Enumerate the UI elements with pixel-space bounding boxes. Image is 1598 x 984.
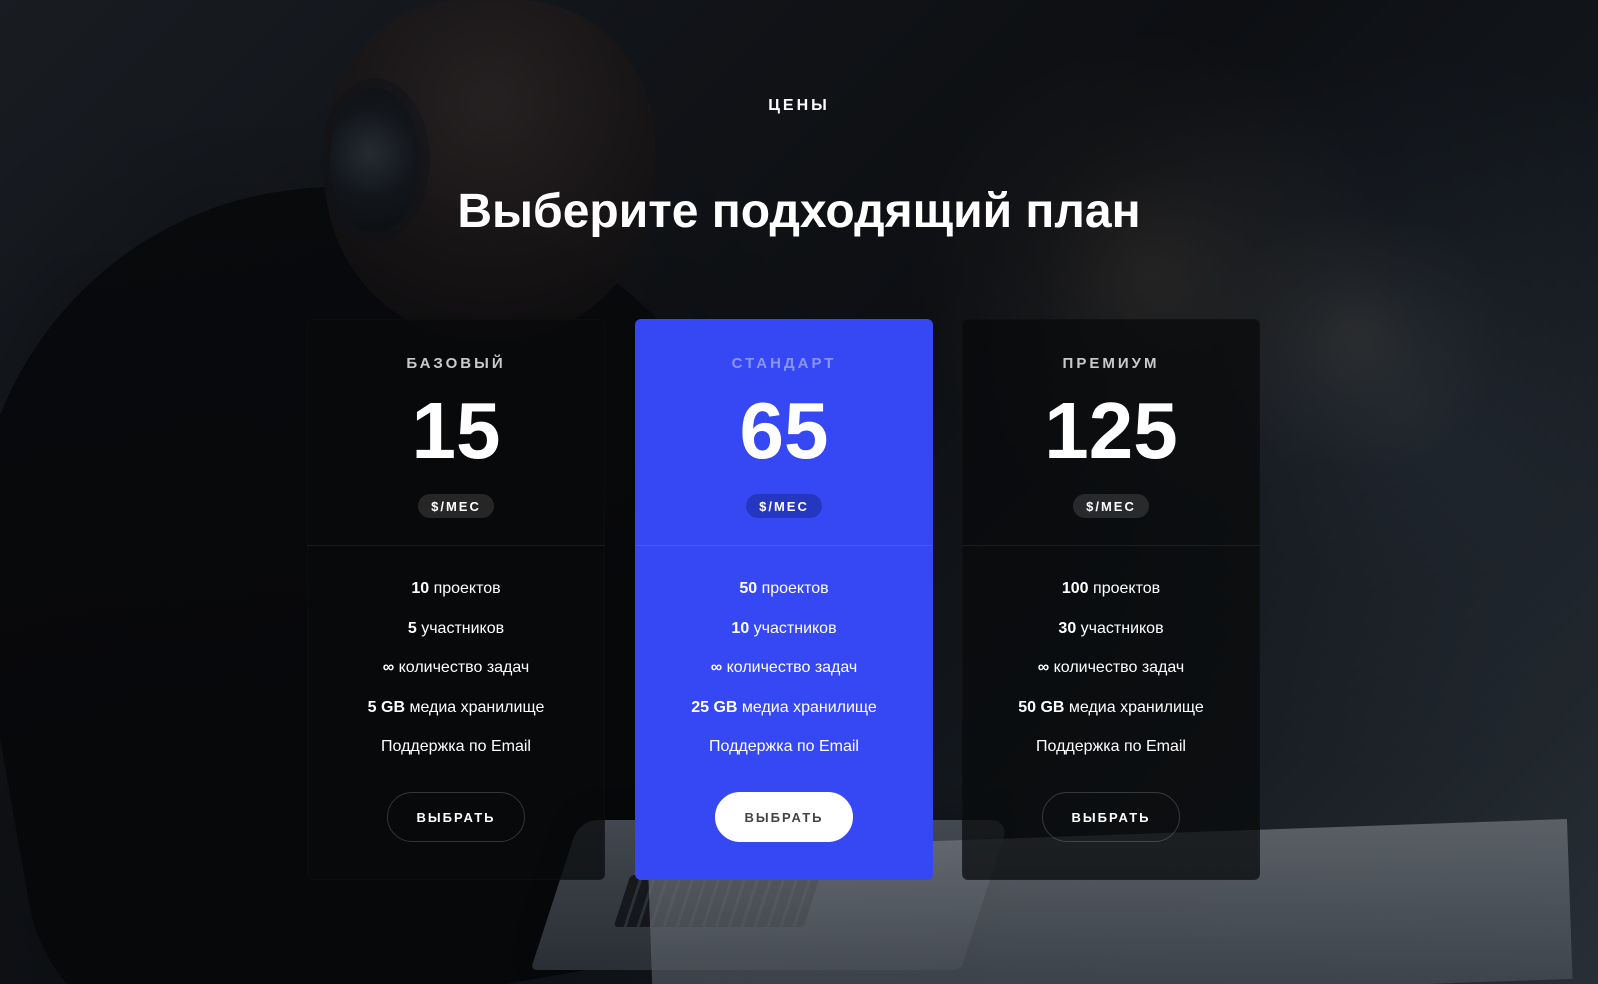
- feature-emphasis: 30: [1058, 619, 1077, 637]
- feature-item: 5 GB медиа хранилище: [307, 694, 605, 734]
- feature-emphasis: 50: [739, 580, 758, 597]
- choose-premium-button[interactable]: ВЫБРАТЬ: [1042, 792, 1180, 842]
- feature-list: 10 проектов 5 участников ∞ количество за…: [307, 575, 605, 773]
- feature-item: 10 проектов: [307, 575, 605, 615]
- feature-text: участников: [416, 619, 505, 637]
- feature-item: 50 GB медиа хранилище: [962, 694, 1260, 734]
- price-period-badge: $/МЕС: [418, 494, 494, 518]
- choose-basic-button[interactable]: ВЫБРАТЬ: [387, 792, 525, 842]
- feature-item: ∞ количество задач: [307, 654, 605, 694]
- plan-name: БАЗОВЫЙ: [406, 355, 506, 372]
- feature-text: участников: [1076, 619, 1164, 637]
- pricing-section: ЦЕНЫ Выберите подходящий план БАЗОВЫЙ 15…: [0, 0, 1598, 984]
- card-divider: [307, 545, 605, 546]
- feature-item: ∞ количество задач: [635, 654, 933, 694]
- pricing-cards: БАЗОВЫЙ 15 $/МЕС 10 проектов 5 участнико…: [307, 319, 1260, 880]
- choose-standard-button[interactable]: ВЫБРАТЬ: [715, 792, 853, 842]
- feature-emphasis: 50 GB: [1018, 698, 1065, 716]
- card-divider: [962, 545, 1260, 546]
- feature-emphasis: ∞: [382, 659, 395, 676]
- section-title: Выберите подходящий план: [457, 185, 1141, 238]
- feature-emphasis: ∞: [710, 659, 723, 676]
- feature-text: количество задач: [394, 659, 530, 676]
- feature-text: медиа хранилище: [1064, 698, 1204, 716]
- plan-card-premium: ПРЕМИУМ 125 $/МЕС 100 проектов 30 участн…: [962, 319, 1260, 880]
- feature-emphasis: 5 GB: [367, 698, 405, 716]
- feature-emphasis: ∞: [1037, 659, 1050, 676]
- feature-item: ∞ количество задач: [962, 654, 1260, 694]
- feature-emphasis: 5: [407, 619, 417, 637]
- price-period-badge: $/МЕС: [746, 494, 822, 518]
- feature-emphasis: 10: [731, 619, 750, 637]
- feature-text: проектов: [429, 580, 501, 597]
- plan-card-basic: БАЗОВЫЙ 15 $/МЕС 10 проектов 5 участнико…: [307, 319, 605, 880]
- feature-text: участников: [749, 619, 837, 637]
- feature-emphasis: 25 GB: [691, 698, 738, 716]
- plan-name: СТАНДАРТ: [731, 355, 837, 372]
- card-divider: [635, 545, 933, 546]
- feature-item: 30 участников: [962, 615, 1260, 655]
- plan-card-standard: СТАНДАРТ 65 $/МЕС 50 проектов 10 участни…: [635, 319, 933, 880]
- plan-price: 15: [411, 386, 501, 475]
- feature-text: медиа хранилище: [737, 698, 877, 716]
- feature-emphasis: 10: [411, 580, 430, 597]
- section-eyebrow: ЦЕНЫ: [768, 97, 830, 114]
- plan-price: 65: [739, 386, 829, 475]
- price-period-badge: $/МЕС: [1073, 494, 1149, 518]
- feature-text: Поддержка по Email: [1036, 738, 1186, 755]
- feature-item: Поддержка по Email: [962, 733, 1260, 773]
- feature-list: 100 проектов 30 участников ∞ количество …: [962, 575, 1260, 773]
- feature-emphasis: 100: [1061, 580, 1089, 597]
- feature-item: 5 участников: [307, 615, 605, 655]
- plan-price: 125: [1044, 386, 1178, 475]
- feature-text: Поддержка по Email: [381, 738, 531, 755]
- feature-item: 25 GB медиа хранилище: [635, 694, 933, 734]
- feature-text: количество задач: [1049, 659, 1185, 676]
- feature-text: количество задач: [722, 659, 858, 676]
- feature-item: 10 участников: [635, 615, 933, 655]
- feature-item: Поддержка по Email: [307, 733, 605, 773]
- feature-item: 100 проектов: [962, 575, 1260, 615]
- feature-text: проектов: [757, 580, 829, 597]
- feature-item: Поддержка по Email: [635, 733, 933, 773]
- feature-list: 50 проектов 10 участников ∞ количество з…: [635, 575, 933, 773]
- feature-text: Поддержка по Email: [709, 738, 859, 755]
- feature-item: 50 проектов: [635, 575, 933, 615]
- feature-text: медиа хранилище: [405, 698, 545, 716]
- plan-name: ПРЕМИУМ: [1062, 355, 1160, 372]
- feature-text: проектов: [1088, 580, 1161, 597]
